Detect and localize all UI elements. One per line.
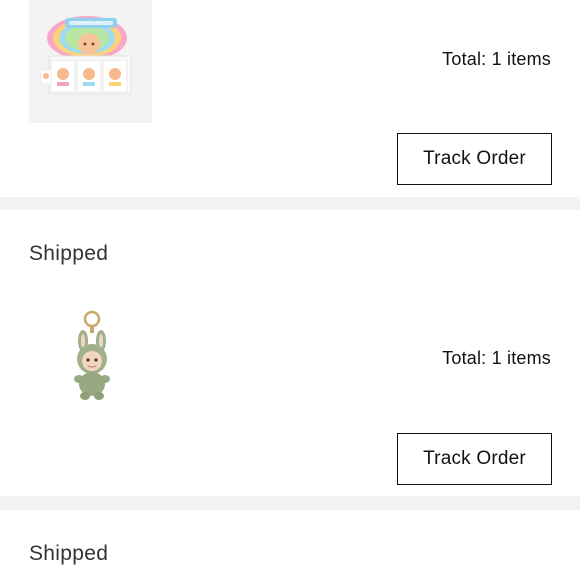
blind-box-set-image: [40, 16, 132, 95]
order-card: Total: 1 items Track Order: [0, 0, 580, 197]
order-status: Shipped: [29, 242, 109, 265]
track-order-button[interactable]: Track Order: [397, 133, 552, 185]
order-card: Shipped Total: 1 items Track Order: [0, 210, 580, 496]
order-total: Total: 1 items: [442, 348, 551, 368]
track-order-button[interactable]: Track Order: [397, 433, 552, 485]
product-thumbnail[interactable]: [29, 297, 152, 420]
order-card: Shipped: [0, 510, 580, 580]
order-total: Total: 1 items: [442, 49, 551, 69]
order-status: Shipped: [29, 542, 109, 565]
product-thumbnail[interactable]: [29, 0, 152, 123]
green-bunny-plush-keychain-image: [74, 310, 110, 400]
